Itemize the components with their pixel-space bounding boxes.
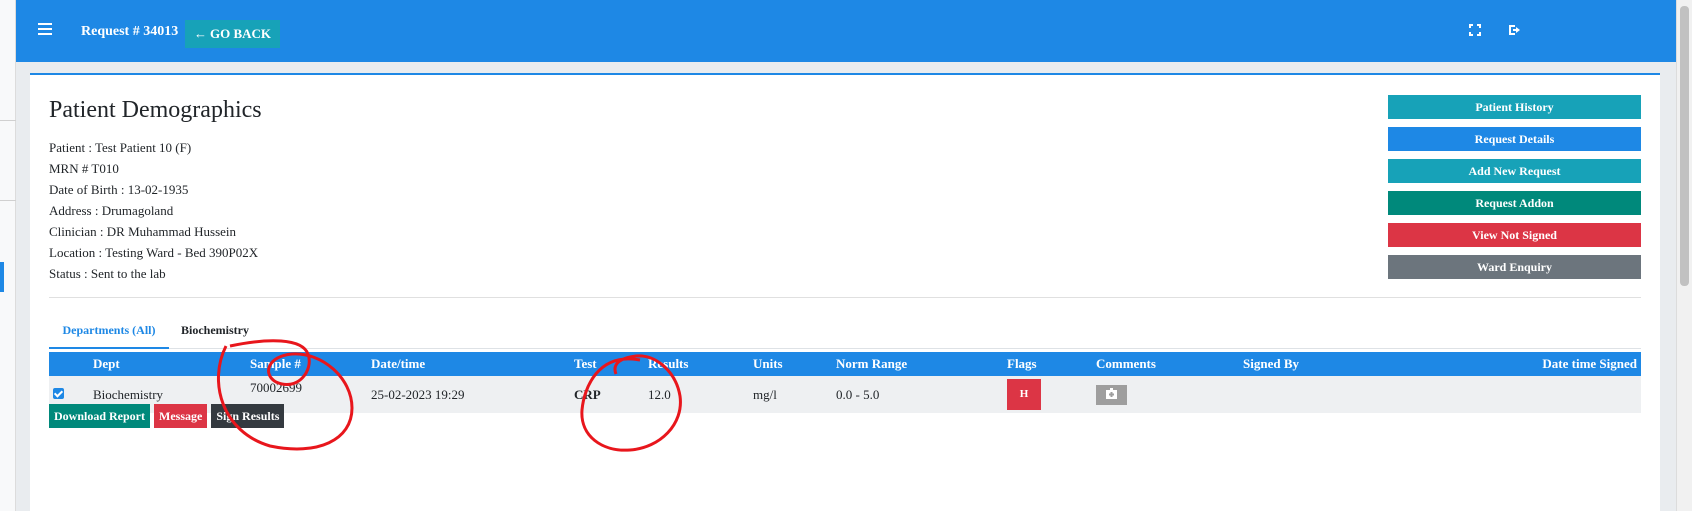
- column-header-units: Units: [753, 356, 783, 371]
- view-not-signed-button[interactable]: View Not Signed: [1388, 223, 1641, 247]
- address: Address : Drumagoland: [49, 203, 174, 218]
- logout-icon[interactable]: [1507, 22, 1523, 38]
- location: Location : Testing Ward - Bed 390P02X: [49, 245, 259, 260]
- column-header-test: Test: [574, 356, 597, 371]
- flags-cell: H: [1003, 376, 1092, 413]
- results-table: Dept Sample # Date/time Test Results Uni…: [49, 352, 1641, 413]
- norm-range-cell: 0.0 - 5.0: [836, 386, 880, 402]
- signed-by-cell: [1239, 376, 1439, 413]
- comments-cell: [1092, 376, 1239, 413]
- high-flag-badge: H: [1007, 379, 1041, 410]
- scrollbar-thumb[interactable]: [1680, 6, 1689, 286]
- add-comment-button[interactable]: [1096, 384, 1127, 405]
- date-of-birth: Date of Birth : 13-02-1935: [49, 182, 189, 197]
- go-back-label: GO BACK: [210, 26, 272, 41]
- tab-departments-all[interactable]: Departments (All): [49, 315, 169, 349]
- fullscreen-icon[interactable]: [1467, 22, 1483, 38]
- action-button-group: Download Report Message Sign Results: [49, 404, 285, 428]
- column-header-flags: Flags: [1007, 356, 1037, 371]
- table-row[interactable]: Biochemistry 70002699 25-02-2023 19:29 C…: [49, 376, 1641, 413]
- page-title: Patient Demographics: [49, 97, 262, 123]
- column-header-comments: Comments: [1096, 356, 1156, 371]
- patient-card: Patient Demographics Patient : Test Pati…: [30, 73, 1660, 511]
- sign-results-button[interactable]: Sign Results: [211, 404, 285, 428]
- datetime-cell: 25-02-2023 19:29: [371, 386, 465, 402]
- column-header-date-time-signed: Date time Signed: [1542, 356, 1637, 371]
- sidebar-divider: [0, 120, 16, 121]
- table-header-row: Dept Sample # Date/time Test Results Uni…: [49, 352, 1641, 376]
- column-header-sample: Sample #: [250, 356, 301, 371]
- page-scrollbar[interactable]: [1676, 0, 1692, 511]
- medical-kit-icon: [1106, 387, 1117, 399]
- tab-biochemistry[interactable]: Biochemistry: [181, 315, 249, 349]
- row-checkbox[interactable]: [53, 387, 64, 399]
- request-details-button[interactable]: Request Details: [1388, 127, 1641, 151]
- hamburger-menu-icon[interactable]: [38, 23, 52, 35]
- download-report-button[interactable]: Download Report: [49, 404, 151, 428]
- result-cell: 12.0: [648, 386, 671, 402]
- sidebar-active-marker: [0, 262, 4, 292]
- column-header-norm-range: Norm Range: [836, 356, 908, 371]
- column-header-results: Results: [648, 356, 689, 371]
- units-cell: mg/l: [753, 386, 777, 402]
- column-header-dept: Dept: [93, 356, 120, 371]
- date-signed-cell: [1439, 376, 1641, 413]
- arrow-left-icon: ←: [194, 26, 207, 41]
- demographics-details: Patient : Test Patient 10 (F) MRN # T010…: [49, 137, 258, 284]
- message-button[interactable]: Message: [154, 404, 208, 428]
- patient-name: Patient : Test Patient 10 (F): [49, 140, 192, 155]
- clinician: Clinician : DR Muhammad Hussein: [49, 224, 237, 239]
- column-header-signed-by: Signed By: [1243, 356, 1299, 371]
- select-column-header: [49, 352, 89, 376]
- add-new-request-button[interactable]: Add New Request: [1388, 159, 1641, 183]
- patient-history-button[interactable]: Patient History: [1388, 95, 1641, 119]
- top-navbar: Request # 34013 ← GO BACK: [16, 0, 1676, 62]
- go-back-button[interactable]: ← GO BACK: [185, 20, 281, 48]
- sidebar-divider: [0, 200, 16, 201]
- ward-enquiry-button[interactable]: Ward Enquiry: [1388, 255, 1641, 279]
- department-tabs: Departments (All) Biochemistry: [49, 315, 1641, 349]
- column-header-datetime: Date/time: [371, 356, 426, 371]
- request-addon-button[interactable]: Request Addon: [1388, 191, 1641, 215]
- request-title: Request # 34013: [81, 24, 179, 39]
- side-button-group: Patient History Request Details Add New …: [1388, 95, 1641, 287]
- test-cell: CRP: [574, 386, 601, 402]
- section-divider: [49, 297, 1641, 298]
- status: Status : Sent to the lab: [49, 266, 166, 281]
- mrn: MRN # T010: [49, 161, 119, 176]
- app-sidebar-edge: [0, 0, 16, 511]
